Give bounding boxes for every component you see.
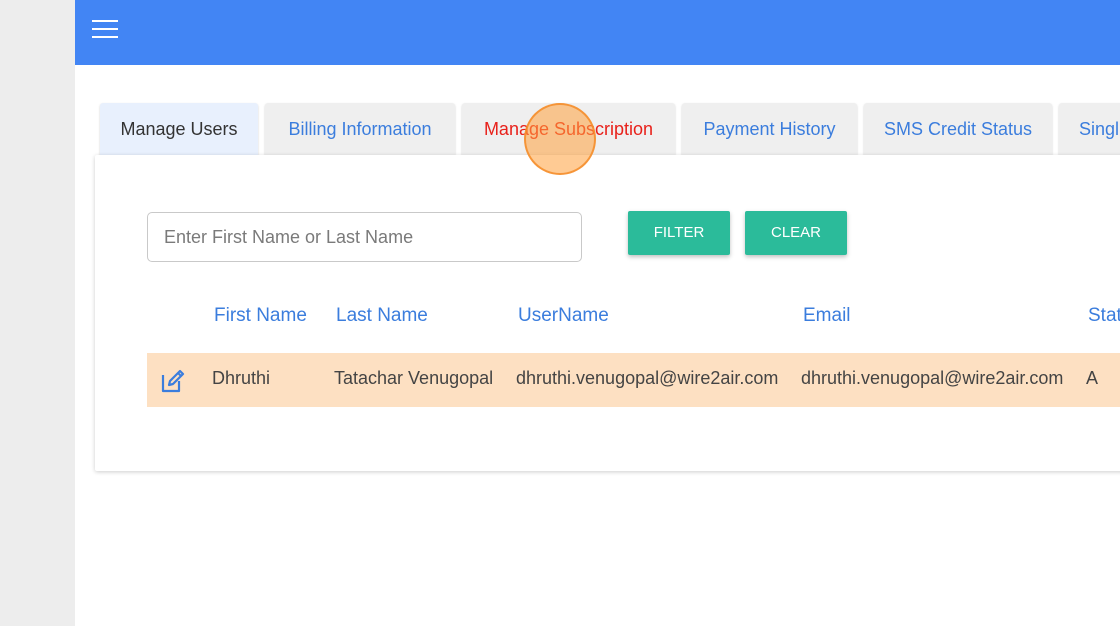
- hamburger-menu-icon[interactable]: [92, 19, 118, 41]
- tab-single-partial[interactable]: Singl: [1059, 103, 1120, 155]
- tab-sms-credit-status[interactable]: SMS Credit Status: [864, 103, 1052, 155]
- tab-manage-users[interactable]: Manage Users: [100, 103, 258, 155]
- edit-icon[interactable]: [159, 367, 187, 395]
- column-header-last-name[interactable]: Last Name: [336, 305, 428, 327]
- click-indicator: [524, 103, 596, 175]
- clear-button[interactable]: CLEAR: [745, 211, 847, 255]
- top-header-bar: [75, 0, 1120, 65]
- manage-users-panel: FILTER CLEAR First Name Last Name UserNa…: [95, 155, 1120, 471]
- name-search-input[interactable]: [147, 212, 582, 262]
- table-row: Dhruthi Tatachar Venugopal dhruthi.venug…: [147, 353, 1120, 407]
- left-sidebar: [0, 0, 75, 626]
- cell-status: A: [1086, 368, 1099, 388]
- filter-button[interactable]: FILTER: [628, 211, 730, 255]
- tab-payment-history[interactable]: Payment History: [682, 103, 857, 155]
- column-header-status[interactable]: Stat: [1088, 305, 1120, 327]
- column-header-email[interactable]: Email: [803, 305, 851, 327]
- cell-first-name: Dhruthi: [212, 368, 271, 388]
- column-header-username[interactable]: UserName: [518, 305, 609, 327]
- cell-username: dhruthi.venugopal@wire2air.com: [516, 368, 779, 388]
- cell-email: dhruthi.venugopal@wire2air.com: [801, 368, 1064, 388]
- cell-last-name: Tatachar Venugopal: [334, 368, 494, 388]
- column-header-first-name[interactable]: First Name: [214, 305, 307, 327]
- tab-billing-information[interactable]: Billing Information: [265, 103, 455, 155]
